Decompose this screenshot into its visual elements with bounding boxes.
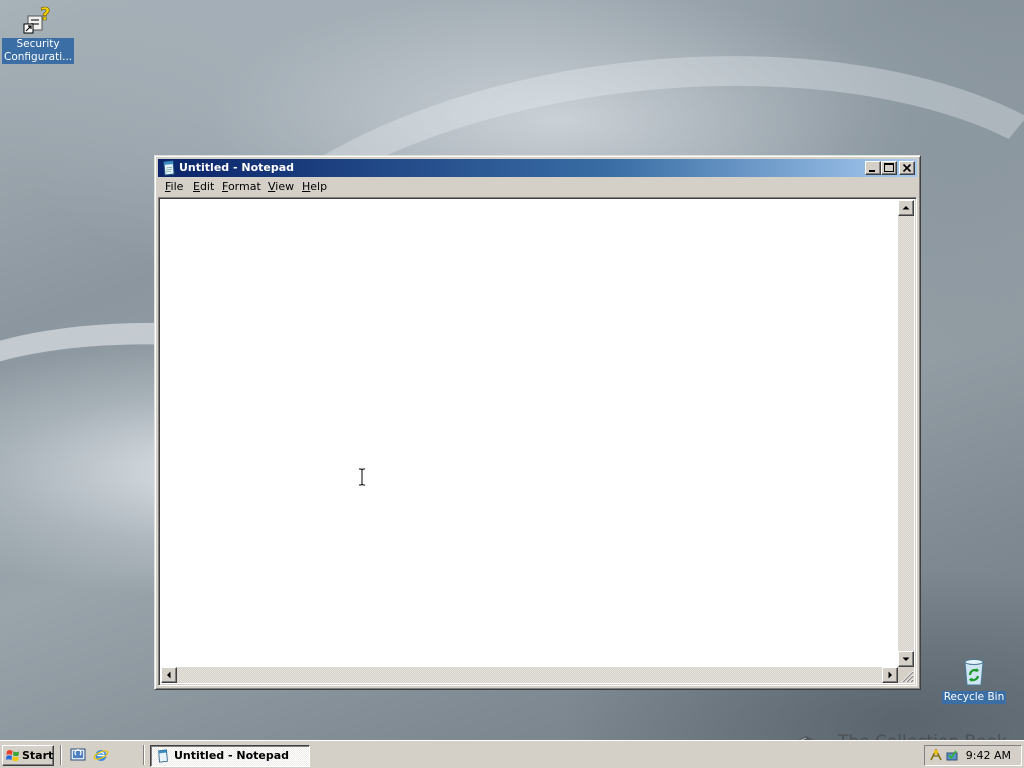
svg-text:?: ? xyxy=(40,4,50,25)
minimize-icon xyxy=(869,170,875,172)
horizontal-scrollbar[interactable] xyxy=(161,667,898,683)
menu-bar: File Edit Format View Help xyxy=(158,178,917,196)
desktop-icon-recycle-bin[interactable]: Recycle Bin xyxy=(938,656,1010,704)
text-edit-area[interactable] xyxy=(158,197,917,686)
arrow-right-icon xyxy=(888,671,892,679)
menu-view[interactable]: View xyxy=(268,180,294,194)
maximize-button[interactable] xyxy=(881,161,897,175)
taskbar-button-label: Untitled - Notepad xyxy=(174,749,290,762)
menu-format[interactable]: Format xyxy=(222,180,261,194)
security-configuration-icon: ? xyxy=(22,4,54,36)
start-label: Start xyxy=(22,749,54,762)
scroll-right-button[interactable] xyxy=(882,667,898,683)
desktop-icon-label: Security Configurati... xyxy=(2,38,75,64)
arrow-up-icon xyxy=(902,206,910,210)
show-desktop-icon[interactable] xyxy=(70,747,86,763)
size-grip[interactable] xyxy=(898,667,914,683)
recycle-bin-icon xyxy=(958,656,990,688)
scroll-up-button[interactable] xyxy=(898,200,914,216)
vertical-scrollbar[interactable] xyxy=(898,200,914,667)
size-grip-icon xyxy=(901,670,914,683)
taskbar: Start Untitled - Notepad 9:42 AM xyxy=(0,740,1024,768)
close-icon xyxy=(902,163,912,173)
clock[interactable]: 9:42 AM xyxy=(966,749,1011,762)
network-icon[interactable] xyxy=(929,748,943,762)
scroll-down-button[interactable] xyxy=(898,651,914,667)
internet-explorer-icon[interactable] xyxy=(93,747,109,763)
minimize-button[interactable] xyxy=(865,161,881,175)
windows-logo-icon xyxy=(6,750,19,762)
taskbar-button-notepad[interactable]: Untitled - Notepad xyxy=(150,745,310,767)
start-button[interactable]: Start xyxy=(2,745,54,766)
document-text[interactable] xyxy=(163,201,894,665)
arrow-left-icon xyxy=(167,671,171,679)
system-tray: 9:42 AM xyxy=(924,745,1022,766)
scroll-left-button[interactable] xyxy=(161,667,177,683)
menu-edit[interactable]: Edit xyxy=(193,180,214,194)
desktop-icon-label: Recycle Bin xyxy=(941,691,1007,704)
text-cursor-icon xyxy=(359,468,365,486)
desktop-icon-security-configuration[interactable]: ? Security Configurati... xyxy=(2,4,75,64)
taskbar-separator xyxy=(60,745,62,765)
maximize-icon xyxy=(884,163,894,172)
security-icon[interactable] xyxy=(945,748,959,762)
menu-file[interactable]: File xyxy=(165,180,183,194)
notepad-icon[interactable] xyxy=(161,160,177,176)
taskbar-separator xyxy=(143,745,145,765)
notepad-window[interactable]: Untitled - Notepad File Edit Format View… xyxy=(154,155,921,690)
window-title: Untitled - Notepad xyxy=(179,161,295,174)
notepad-icon xyxy=(158,749,168,763)
arrow-down-icon xyxy=(902,657,910,661)
close-button[interactable] xyxy=(899,161,915,175)
menu-help[interactable]: Help xyxy=(302,180,327,194)
title-bar[interactable]: Untitled - Notepad xyxy=(158,159,917,177)
